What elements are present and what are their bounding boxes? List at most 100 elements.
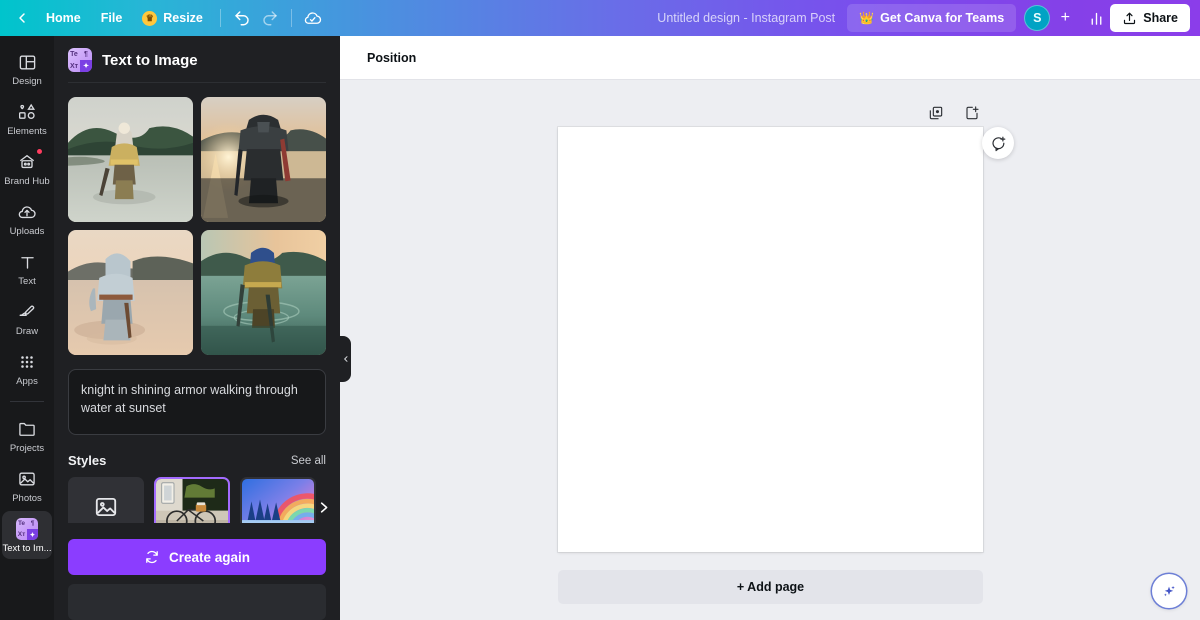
top-toolbar-left: Home File ♛ Resize <box>0 4 327 32</box>
generated-image-2[interactable] <box>201 97 326 222</box>
generated-image-1[interactable] <box>68 97 193 222</box>
style-option-filmic[interactable]: Filmic <box>154 477 230 523</box>
sidebar-item-label: Design <box>12 76 42 87</box>
page-tools <box>925 102 983 124</box>
add-page-bar[interactable]: + Add page <box>558 570 983 604</box>
chevron-right-icon <box>320 501 327 513</box>
duplicate-page-button[interactable] <box>925 102 947 124</box>
layout-icon <box>16 51 38 73</box>
generated-results-grid <box>68 97 326 355</box>
create-again-label: Create again <box>168 549 251 565</box>
pen-icon <box>16 301 38 323</box>
sidebar-item-photos[interactable]: Photos <box>2 461 52 509</box>
panel-header: Te ¶ Xт ✦ Text to Image <box>54 36 340 82</box>
sidebar-item-label: Text <box>18 276 36 287</box>
get-canva-for-teams-button[interactable]: 👑 Get Canva for Teams <box>847 4 1017 32</box>
editor-workspace: Position + Add page <box>340 36 1200 620</box>
file-menu-button[interactable]: File <box>91 5 133 31</box>
context-toolbar: Position <box>340 36 1200 80</box>
bar-chart-icon[interactable] <box>1082 4 1110 32</box>
sidebar-item-brand-hub[interactable]: Brand Hub <box>2 144 52 192</box>
resize-button[interactable]: ♛ Resize <box>132 5 213 31</box>
style-option-dreamlike[interactable]: Dreamlike <box>240 477 316 523</box>
left-sidebar: Design Elements Brand Hub Uploads Text D… <box>0 36 54 620</box>
styles-next-button[interactable] <box>310 493 336 521</box>
sidebar-item-apps[interactable]: Apps <box>2 344 52 392</box>
share-label: Share <box>1143 11 1178 25</box>
teams-label: Get Canva for Teams <box>880 11 1005 25</box>
share-button[interactable]: Share <box>1110 4 1190 32</box>
toolbar-divider-2 <box>290 9 292 27</box>
add-page-icon <box>966 106 979 120</box>
sidebar-item-uploads[interactable]: Uploads <box>2 194 52 242</box>
styles-header: Styles See all <box>68 453 326 468</box>
sidebar-item-label: Text to Im... <box>2 543 52 554</box>
grid-dots-icon <box>16 351 38 373</box>
chevron-left-icon <box>343 356 347 362</box>
style-thumb <box>68 477 144 523</box>
text-to-image-panel: Te ¶ Xт ✦ Text to Image knight in shinin… <box>54 36 340 620</box>
sidebar-item-label: Draw <box>15 326 39 337</box>
cloud-sync-icon[interactable] <box>299 4 327 32</box>
generated-image-3[interactable] <box>68 230 193 355</box>
magic-assistant-button[interactable] <box>1152 574 1186 608</box>
upload-icon <box>1124 12 1136 24</box>
duplicate-icon <box>929 106 943 120</box>
sidebar-item-text-to-image[interactable]: Te ¶ Xт ✦ Text to Im... <box>2 511 52 559</box>
sidebar-item-label: Photos <box>12 493 42 504</box>
magic-sparkle-icon <box>1163 585 1175 597</box>
top-toolbar-right: Untitled design - Instagram Post 👑 Get C… <box>645 4 1200 32</box>
avatar[interactable]: S <box>1024 5 1051 31</box>
style-thumb <box>240 477 316 523</box>
styles-carousel: None <box>68 477 327 523</box>
panel-body: knight in shining armor walking through … <box>54 83 340 523</box>
secondary-action-button[interactable] <box>68 584 326 620</box>
home-button[interactable]: Home <box>36 5 91 31</box>
home-label: Home <box>46 11 81 25</box>
sidebar-item-draw[interactable]: Draw <box>2 294 52 342</box>
file-label: File <box>100 11 123 25</box>
prompt-input[interactable]: knight in shining armor walking through … <box>68 369 326 435</box>
toolbar-divider-1 <box>219 9 221 27</box>
text-to-image-icon: Te ¶ Xт ✦ <box>16 518 38 540</box>
sidebar-item-text[interactable]: Text <box>2 244 52 292</box>
undo-button[interactable] <box>228 4 256 32</box>
invite-members-button[interactable]: + <box>1052 5 1078 31</box>
position-button[interactable]: Position <box>358 46 425 70</box>
comment-add-icon <box>991 136 1005 151</box>
shapes-icon <box>16 101 38 123</box>
photo-icon <box>16 468 38 490</box>
styles-see-all-link[interactable]: See all <box>291 455 326 467</box>
styles-title: Styles <box>68 453 107 468</box>
sidebar-item-elements[interactable]: Elements <box>2 94 52 142</box>
design-title[interactable]: Untitled design - Instagram Post <box>645 5 847 31</box>
brand-icon <box>16 151 38 173</box>
add-page-button[interactable] <box>961 102 983 124</box>
generated-image-4[interactable] <box>201 230 326 355</box>
sidebar-item-label: Projects <box>9 443 45 454</box>
redo-button[interactable] <box>256 4 284 32</box>
crown-icon: ♛ <box>142 10 158 26</box>
text-to-image-icon: Te ¶ Xт ✦ <box>68 48 92 72</box>
sidebar-item-label: Brand Hub <box>4 176 50 187</box>
folder-icon <box>16 418 38 440</box>
design-canvas[interactable] <box>558 127 983 552</box>
sidebar-item-label: Uploads <box>9 226 45 237</box>
collaborators: S + <box>1024 5 1078 31</box>
collapse-panel-button[interactable] <box>340 336 351 382</box>
sidebar-item-projects[interactable]: Projects <box>2 411 52 459</box>
sidebar-item-design[interactable]: Design <box>2 44 52 92</box>
sidebar-divider <box>10 401 44 402</box>
style-thumb <box>154 477 230 523</box>
crown-icon: 👑 <box>859 11 875 25</box>
text-t-icon <box>16 251 38 273</box>
back-button[interactable] <box>8 4 36 32</box>
style-option-none[interactable]: None <box>68 477 144 523</box>
add-comment-button[interactable] <box>982 127 1014 159</box>
panel-title: Text to Image <box>102 51 198 69</box>
canva-editor: Home File ♛ Resize Untitled design - Ins… <box>0 0 1200 620</box>
refresh-icon <box>146 550 158 564</box>
top-toolbar: Home File ♛ Resize Untitled design - Ins… <box>0 0 1200 36</box>
cloud-up-icon <box>16 201 38 223</box>
create-again-button[interactable]: Create again <box>68 539 326 575</box>
